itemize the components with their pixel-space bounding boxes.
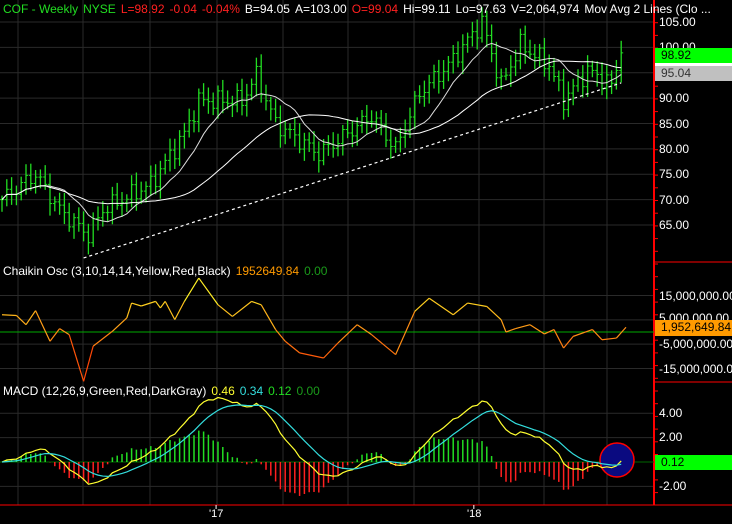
- chaikin-line-segment: [284, 340, 300, 354]
- chaikin-title[interactable]: Chaikin Osc (3,10,14,14,Yellow,Red,Black…: [3, 264, 231, 278]
- chaikin-line-segment: [615, 326, 627, 339]
- date-label: '17: [209, 508, 224, 520]
- chaikin-line-segment: [83, 345, 94, 382]
- chaikin-label: -15,000,000.00: [659, 362, 732, 376]
- macd-value: 0.46: [211, 384, 235, 398]
- macd-title[interactable]: MACD (12,26,9,Green,Red,DarkGray): [3, 384, 206, 398]
- chaikin-line-segment: [35, 310, 51, 342]
- price-label: 85.00: [659, 117, 690, 131]
- chaikin-line-segment: [164, 301, 176, 320]
- macd-label: 2.00: [659, 430, 683, 444]
- ma-tag: 95.04: [655, 66, 732, 81]
- price-label: 75.00: [659, 167, 690, 181]
- chaikin-line-segment: [500, 319, 507, 333]
- chaikin-line-segment: [232, 300, 252, 317]
- chaikin-tag: 1,952,649.84: [655, 320, 732, 336]
- chaikin-line-segment: [299, 352, 324, 359]
- chaikin-line-segment: [68, 334, 85, 382]
- chaikin-line-segment: [126, 302, 133, 319]
- low: Lo=97.63: [455, 2, 506, 16]
- trendline: [83, 82, 622, 259]
- change-pct: -0.04%: [201, 2, 240, 16]
- signal-line: [1, 404, 622, 478]
- price-label: 105.00: [659, 15, 696, 29]
- macd-header: MACD (12,26,9,Green,Red,DarkGray) 0.46 0.3…: [3, 384, 325, 398]
- open: O=99.04: [351, 2, 399, 16]
- signal-value: 0.34: [239, 384, 264, 398]
- macd-tag: 0.12: [655, 455, 732, 470]
- exchange-label: NYSE: [83, 2, 116, 16]
- date-label: '18: [467, 508, 482, 520]
- chaikin-line-segment: [217, 304, 233, 317]
- chaikin-line-segment: [260, 304, 277, 330]
- price-label: 90.00: [659, 91, 690, 105]
- chaikin-line-segment: [25, 310, 37, 326]
- chaikin-line-segment: [428, 297, 454, 316]
- chaikin-value: 1952649.84: [235, 264, 300, 278]
- price-header: COF - Weekly NYSE L=98.92 -0.04 -0.04% B=94.0…: [3, 2, 716, 16]
- chaikin-line-segment: [131, 302, 142, 307]
- ask: A=103.00: [294, 2, 347, 16]
- chaikin-line-segment: [275, 329, 286, 342]
- hist-value: 0.12: [268, 384, 292, 398]
- chaikin-header: Chaikin Osc (3,10,14,14,Yellow,Red,Black…: [3, 264, 332, 278]
- chaikin-line-segment: [141, 300, 156, 307]
- price-label: 80.00: [659, 142, 690, 156]
- chaikin-line-segment: [486, 306, 502, 321]
- chaikin-line-segment: [323, 342, 339, 359]
- moving-average-10: [1, 42, 622, 223]
- chaikin-label: -5,000,000.00: [659, 337, 732, 351]
- chaikin-line-segment: [49, 328, 61, 342]
- change: -0.04: [169, 2, 197, 16]
- chart-canvas[interactable]: [0, 0, 732, 524]
- chaikin-line-segment: [452, 302, 468, 316]
- macd-label: 4.00: [659, 406, 683, 420]
- chaikin-line-segment: [155, 301, 161, 309]
- highlight-circle-marker: [599, 442, 635, 478]
- high: Hi=99.11: [403, 2, 451, 16]
- chaikin-label: 15,000,000.00: [659, 289, 732, 303]
- chaikin-line-segment: [601, 337, 617, 341]
- price-label: 70.00: [659, 193, 690, 207]
- moving-average-30: [1, 60, 622, 205]
- chaikin-line-segment: [1, 314, 17, 317]
- chaikin-line-segment: [198, 277, 219, 306]
- chaikin-line-segment: [505, 328, 516, 333]
- chaikin-line-segment: [563, 335, 574, 349]
- chaikin-line-segment: [159, 301, 166, 309]
- symbol-label: COF - Weekly: [3, 2, 79, 16]
- study-label[interactable]: Mov Avg 2 Lines (Clo ...: [584, 2, 711, 16]
- chaikin-zero: 0.00: [304, 264, 328, 278]
- macd-zero: 0.00: [296, 384, 320, 398]
- macd-line: [1, 396, 622, 485]
- volume: V=2,064,974: [510, 2, 580, 16]
- macd-label: -2.00: [659, 479, 687, 493]
- chaikin-line-segment: [251, 300, 262, 306]
- chaikin-line-segment: [395, 311, 416, 355]
- last-price: L=98.92: [120, 2, 165, 16]
- price-label: 65.00: [659, 218, 690, 232]
- chaikin-line-segment: [591, 329, 603, 341]
- chaikin-line-segment: [515, 324, 531, 330]
- bid: B=94.05: [244, 2, 290, 16]
- chaikin-line-segment: [174, 301, 185, 320]
- chaikin-line-segment: [572, 329, 593, 337]
- chaikin-line-segment: [529, 324, 545, 335]
- last-price-tag: 98.92: [655, 48, 732, 63]
- chaikin-line-segment: [356, 324, 372, 336]
- chaikin-line-segment: [414, 297, 430, 312]
- chaikin-line-segment: [467, 302, 487, 308]
- chaikin-line-segment: [183, 277, 200, 302]
